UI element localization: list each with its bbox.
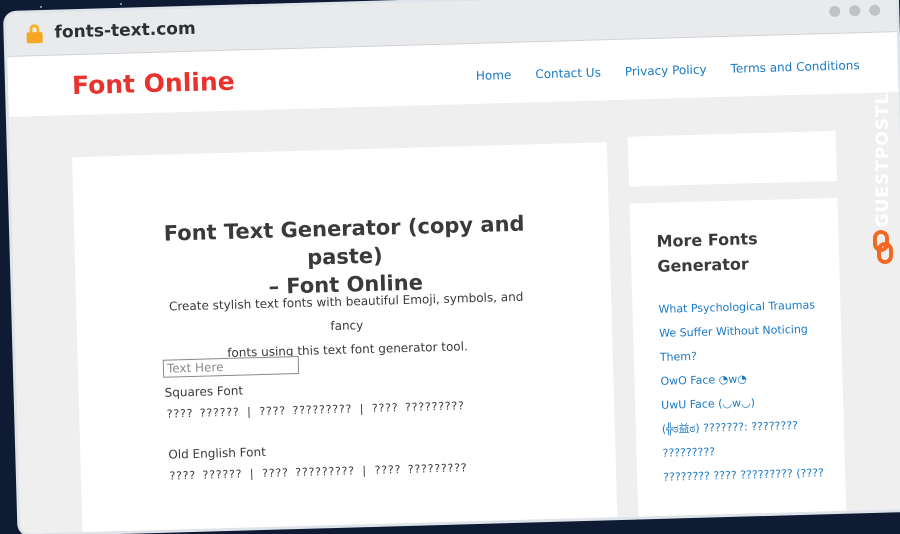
nav-home[interactable]: Home [476,68,512,83]
sidebar-widget: More Fonts Generator What Psychological … [629,197,847,524]
lock-icon [26,24,43,44]
window-controls [829,4,881,18]
url-text[interactable]: fonts-text.com [54,19,196,43]
watermark: GUESTPOSTLINKS [868,40,898,270]
watermark-text: GUESTPOSTLINKS [873,42,893,228]
site-logo[interactable]: Font Online [72,67,235,101]
font-sample[interactable]: ???? ?????? | ???? ????????? | ???? ????… [169,461,467,482]
sidebar-links: What Psychological Traumas We Suffer Wit… [658,293,833,490]
window-dot-icon[interactable] [849,5,861,17]
font-name: Old English Font [168,444,267,462]
sidebar-widget-empty [627,130,837,187]
font-sample[interactable]: ???? ?????? | ???? ????????? | ???? ????… [166,399,464,420]
window-dot-icon[interactable] [869,4,881,16]
main-article: Font Text Generator (copy and paste) – F… [72,142,618,534]
nav-contact-us[interactable]: Contact Us [535,65,601,81]
sidebar-link[interactable]: ???????? ???? ????????? (???? [663,461,834,490]
browser-window: fonts-text.com Font Online Home Contact … [6,0,900,534]
main-nav: Home Contact Us Privacy Policy Terms and… [476,58,860,83]
sidebar-title: More Fonts Generator [656,225,807,279]
page-description: Create stylish text fonts with beautiful… [156,284,538,367]
sidebar-link[interactable]: We Suffer Without Noticing [659,317,830,346]
window-dot-icon[interactable] [829,5,841,18]
nav-privacy-policy[interactable]: Privacy Policy [625,62,707,78]
font-name: Squares Font [164,383,244,400]
sidebar-title-line: Generator [657,254,749,276]
text-input[interactable] [162,355,300,378]
chain-link-icon [873,230,893,264]
nav-terms[interactable]: Terms and Conditions [730,58,859,76]
